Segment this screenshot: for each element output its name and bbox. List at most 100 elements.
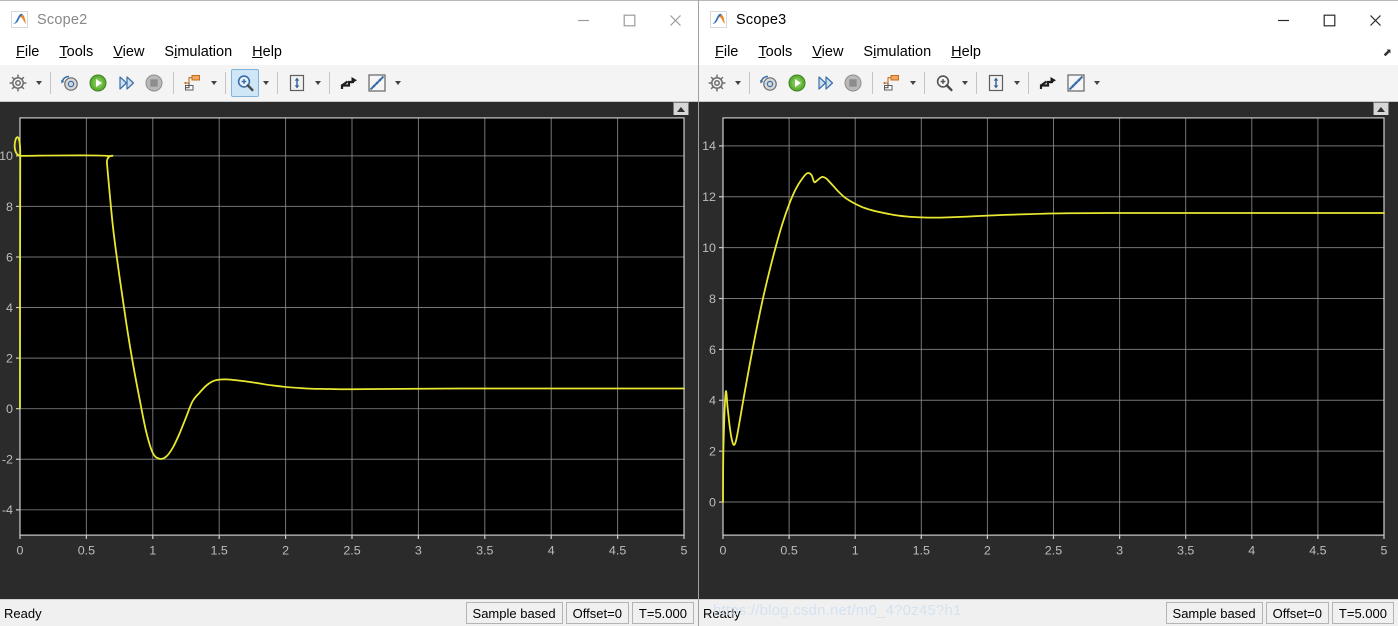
configuration-properties-icon[interactable] [4,69,32,97]
menu-view[interactable]: View [103,41,154,63]
expand-panel-button[interactable] [1373,102,1389,116]
status-sample-mode: Sample based [465,602,563,624]
stop-icon[interactable] [140,69,168,97]
close-button[interactable] [652,1,698,39]
measurements-icon[interactable] [1062,69,1090,97]
autoscale-caret[interactable] [311,69,324,97]
svg-text:5: 5 [681,544,688,558]
run-icon[interactable] [84,69,112,97]
menu-help-rest: elp [262,43,282,60]
minimize-button[interactable] [1260,1,1306,39]
window-controls-scope2 [560,1,698,39]
chart-scope3[interactable]: 0 2 4 6 8 10 12 14 0 0.5 1 1.5 2 2.5 3 3.5 4 4.5 5 [699,115,1398,599]
svg-text:2: 2 [6,352,13,366]
maximize-button[interactable] [606,1,652,39]
zoom-in-icon[interactable] [231,69,259,97]
menu-file[interactable]: File [705,41,748,63]
menu-help[interactable]: Help [242,41,292,63]
measurements-icon[interactable] [363,69,391,97]
configuration-properties-caret[interactable] [731,69,744,97]
svg-text:2: 2 [984,544,991,558]
menu-help[interactable]: Help [941,41,991,63]
svg-text:1.5: 1.5 [211,544,229,558]
signal-selection-icon[interactable] [878,69,906,97]
menu-simulation-rest: mulation [177,43,233,60]
run-icon[interactable] [783,69,811,97]
measurements-caret[interactable] [391,69,404,97]
toolbar-scope2 [0,65,698,102]
measurements-caret[interactable] [1090,69,1103,97]
status-ready: Ready [703,605,741,621]
svg-text:0: 0 [720,544,727,558]
menu-view-rest: iew [122,43,145,60]
stop-icon[interactable] [839,69,867,97]
svg-text:14: 14 [702,139,716,153]
minimize-button[interactable] [560,1,606,39]
close-button[interactable] [1352,1,1398,39]
menu-file-rest: ile [24,43,40,60]
run-back-to-start-icon[interactable] [56,69,84,97]
configuration-properties-caret[interactable] [32,69,45,97]
chart-scope2[interactable]: -4 -2 0 2 4 6 8 10 0 0.5 1 1.5 2 2.5 3 3.5 4 4.5 5 [0,115,698,599]
menu-tools-rest: ools [66,43,94,60]
maximize-button[interactable] [1306,1,1352,39]
scope-window-scope2: Scope2 File Tools View Simulation Help -… [0,0,699,626]
svg-text:0: 0 [6,402,13,416]
svg-text:4: 4 [548,544,555,558]
menu-simulation[interactable]: Simulation [853,41,941,63]
svg-text:5: 5 [1381,544,1388,558]
toolbar-separator [277,72,278,94]
toolbar-scope3 [699,65,1398,102]
autoscale-caret[interactable] [1010,69,1023,97]
status-time: T=5.000 [1331,602,1394,624]
svg-text:6: 6 [6,251,13,265]
svg-text:0.5: 0.5 [780,544,798,558]
title-left-group: Scope2 [0,11,87,28]
signal-selection-caret[interactable] [207,69,220,97]
svg-text:2.5: 2.5 [1045,544,1063,558]
svg-text:3.5: 3.5 [1177,544,1195,558]
signal-selection-icon[interactable] [179,69,207,97]
toolbar-separator [872,72,873,94]
svg-text:1.5: 1.5 [913,544,931,558]
toolbar-separator [976,72,977,94]
svg-text:-2: -2 [2,453,13,467]
zoom-in-caret[interactable] [259,69,272,97]
run-back-to-start-icon[interactable] [755,69,783,97]
menu-view[interactable]: View [802,41,853,63]
menu-tools[interactable]: Tools [748,41,802,63]
titlebar-scope2[interactable]: Scope2 [0,0,698,38]
status-offset: Offset=0 [565,602,629,624]
svg-text:10: 10 [0,149,13,163]
menu-file[interactable]: File [6,41,49,63]
svg-text:3: 3 [415,544,422,558]
svg-text:0.5: 0.5 [78,544,96,558]
svg-text:1: 1 [149,544,156,558]
svg-text:4: 4 [1248,544,1255,558]
status-time: T=5.000 [631,602,694,624]
signal-selection-caret[interactable] [906,69,919,97]
statusbar-scope2: Ready Sample based Offset=0 T=5.000 [0,599,698,626]
configuration-properties-icon[interactable] [703,69,731,97]
svg-text:10: 10 [702,241,716,255]
autoscale-icon[interactable] [283,69,311,97]
style-icon[interactable] [1034,69,1062,97]
titlebar-scope3[interactable]: Scope3 [699,0,1398,38]
menu-tools[interactable]: Tools [49,41,103,63]
step-forward-icon[interactable] [811,69,839,97]
svg-text:8: 8 [6,200,13,214]
autoscale-icon[interactable] [982,69,1010,97]
style-icon[interactable] [335,69,363,97]
zoom-in-caret[interactable] [958,69,971,97]
dock-arrow-icon[interactable]: ⬈ [1383,46,1392,59]
menu-simulation[interactable]: Simulation [154,41,242,63]
step-forward-icon[interactable] [112,69,140,97]
svg-text:6: 6 [709,343,716,357]
toolbar-separator [924,72,925,94]
zoom-in-icon[interactable] [930,69,958,97]
menu-help-rest: elp [961,43,981,60]
toolbar-separator [1028,72,1029,94]
expand-panel-button[interactable] [673,102,689,116]
plot-region-scope2: -4 -2 0 2 4 6 8 10 0 0.5 1 1.5 2 2.5 3 3.5 4 4.5 5 [0,102,698,599]
svg-text:3.5: 3.5 [476,544,494,558]
